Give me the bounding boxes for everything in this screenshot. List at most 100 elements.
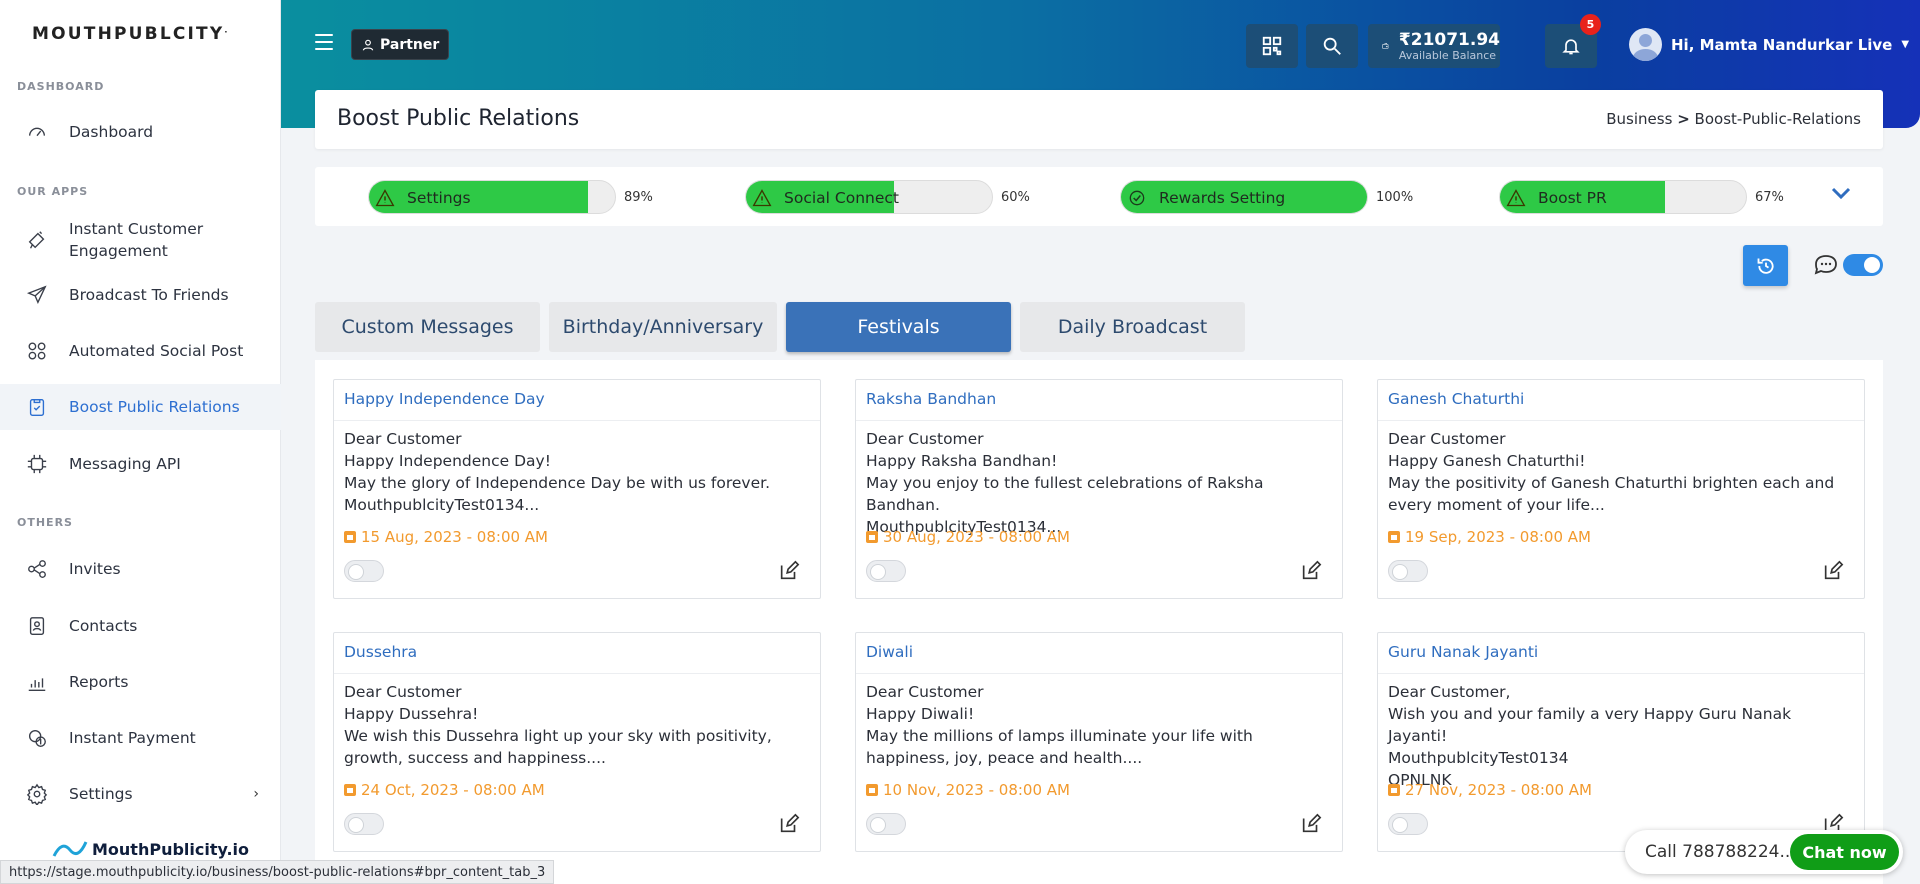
edit-icon[interactable] [1300,813,1322,835]
api-chip-icon [26,453,48,475]
edit-icon[interactable] [1300,560,1322,582]
card-enable-toggle[interactable] [866,560,906,582]
apps-grid-icon [26,340,48,362]
card-schedule: 27 Nov, 2023 - 08:00 AM [1388,781,1592,799]
user-menu[interactable]: Hi, Mamta Nandurkar Live ▼ [1629,28,1909,61]
chevron-down-icon[interactable] [1831,187,1851,201]
festival-card: Guru Nanak Jayanti Dear Customer, Wish yo… [1377,632,1865,852]
speedometer-icon [26,121,48,143]
paper-plane-icon [26,284,48,306]
sidebar-item-automated-social-post[interactable]: Automated Social Post [0,337,281,365]
section-label-others: OTHERS [17,516,73,529]
section-label-apps: OUR APPS [17,185,89,198]
chevron-right-icon: › [253,786,259,802]
calendar-icon [866,531,878,543]
card-message: Dear Customer Happy Raksha Bandhan! May yo… [866,430,1264,536]
progress-boost-pr[interactable]: Boost PR 67% [1499,180,1784,214]
brand-logo[interactable]: MOUTHPUBLCITY. [32,24,227,44]
calendar-icon [344,784,356,796]
history-icon [1757,258,1774,274]
breadcrumb: Business > Boost-Public-Relations [1606,110,1861,128]
breadcrumb-root[interactable]: Business [1606,110,1672,128]
chat-toggle[interactable] [1843,254,1883,276]
logo-wave-icon [52,841,88,857]
wallet-icon [1382,43,1389,49]
hamburger-menu-icon[interactable] [315,34,333,51]
edit-icon[interactable] [778,560,800,582]
card-schedule: 30 Aug, 2023 - 08:00 AM [866,528,1070,546]
gear-icon [26,783,48,805]
qr-code-button[interactable] [1246,24,1298,68]
festival-card: Diwali Dear Customer Happy Diwali! May the… [855,632,1343,852]
sidebar-item-dashboard[interactable]: Dashboard [0,118,281,146]
progress-settings[interactable]: Settings 89% [368,180,653,214]
calendar-icon [1388,531,1400,543]
sidebar-item-reports[interactable]: Reports [0,668,281,696]
card-schedule: 10 Nov, 2023 - 08:00 AM [866,781,1070,799]
page-title: Boost Public Relations [337,106,580,131]
notifications-button[interactable]: 5 [1545,14,1601,68]
sidebar-item-invites[interactable]: Invites [0,555,281,583]
sidebar-item-contacts[interactable]: Contacts [0,612,281,640]
card-enable-toggle[interactable] [866,813,906,835]
card-message: Dear Customer Happy Diwali! May the millio… [866,683,1253,767]
progress-bar: Settings [368,180,616,214]
call-widget: Call 788788224... Chat now [1625,830,1903,874]
sidebar: MOUTHPUBLCITY. DASHBOARD Dashboard OUR A… [0,0,281,884]
card-title[interactable]: Ganesh Chaturthi [1388,390,1524,408]
progress-bar: Boost PR [1499,180,1747,214]
call-number[interactable]: Call 788788224... [1645,842,1796,862]
wallet-balance[interactable]: ₹21071.94 Available Balance [1368,24,1500,68]
status-bar-url: https://stage.mouthpublicity.io/business… [0,860,555,884]
megaphone-icon [26,229,48,251]
chat-now-button[interactable]: Chat now [1790,834,1899,870]
sidebar-item-boost-public-relations[interactable]: Boost Public Relations [0,384,281,430]
card-title[interactable]: Raksha Bandhan [866,390,996,408]
page-title-card: Boost Public Relations Business > Boost-… [315,90,1883,149]
breadcrumb-separator: > [1677,110,1690,128]
festival-card: Ganesh Chaturthi Dear Customer Happy Gane… [1377,379,1865,599]
card-message: Dear Customer Happy Ganesh Chaturthi! May … [1388,430,1835,514]
card-enable-toggle[interactable] [1388,560,1428,582]
festival-card: Dussehra Dear Customer Happy Dussehra! We … [333,632,821,852]
history-button[interactable] [1743,245,1788,286]
card-message: Dear Customer, Wish you and your family a… [1388,683,1792,789]
qr-code-icon [1262,36,1282,56]
bar-chart-icon [26,671,48,693]
warning-icon [752,189,772,207]
warning-icon [375,189,395,207]
tab-festivals[interactable]: Festivals [786,302,1011,352]
card-title[interactable]: Diwali [866,643,913,661]
card-title[interactable]: Dussehra [344,643,417,661]
card-schedule: 19 Sep, 2023 - 08:00 AM [1388,528,1591,546]
sidebar-item-broadcast-to-friends[interactable]: Broadcast To Friends [0,281,281,309]
sidebar-item-instant-payment[interactable]: Instant Payment [0,724,281,752]
card-enable-toggle[interactable] [344,813,384,835]
edit-icon[interactable] [778,813,800,835]
contact-card-icon [26,615,48,637]
card-enable-toggle[interactable] [344,560,384,582]
card-enable-toggle[interactable] [1388,813,1428,835]
clipboard-icon [26,396,48,418]
card-title[interactable]: Happy Independence Day [344,390,545,408]
festival-card: Happy Independence Day Dear Customer Happ… [333,379,821,599]
calendar-icon [1388,784,1400,796]
tab-custom-messages[interactable]: Custom Messages [315,302,540,352]
tab-birthday-anniversary[interactable]: Birthday/Anniversary [549,302,777,352]
caret-down-icon: ▼ [1901,39,1910,50]
progress-social-connect[interactable]: Social Connect 60% [745,180,1030,214]
chat-bubble-icon [1814,255,1837,275]
card-title[interactable]: Guru Nanak Jayanti [1388,643,1538,661]
tab-daily-broadcast[interactable]: Daily Broadcast [1020,302,1245,352]
notification-count-badge: 5 [1580,14,1601,35]
sidebar-item-messaging-api[interactable]: Messaging API [0,450,281,478]
edit-icon[interactable] [1822,560,1844,582]
progress-rewards-setting[interactable]: Rewards Setting 100% [1120,180,1413,214]
sidebar-item-settings[interactable]: Settings › [0,780,281,808]
calendar-icon [344,531,356,543]
sidebar-item-instant-customer-engagement[interactable]: Instant Customer Engagement [0,218,281,262]
search-button[interactable] [1306,24,1358,68]
partner-badge[interactable]: Partner [351,29,450,60]
bell-icon [1562,39,1580,55]
progress-fill [369,181,588,213]
